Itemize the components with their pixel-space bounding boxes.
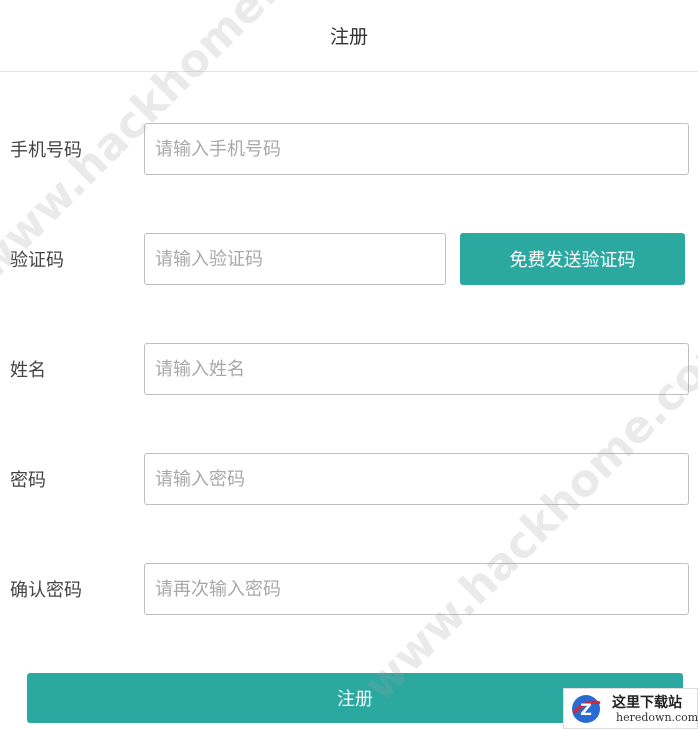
page-title: 注册 (329, 26, 368, 48)
page-header: 注册 (0, 0, 698, 72)
verification-code-input[interactable] (144, 233, 446, 285)
name-label: 姓名 (10, 360, 46, 381)
confirm-password-input[interactable] (144, 563, 689, 615)
logo-text-en: heredown.com (616, 711, 698, 724)
logo-text-cn: 这里下载站 (612, 695, 682, 711)
confirm-password-label: 确认密码 (10, 580, 82, 601)
logo-letter: Z (580, 700, 592, 719)
phone-label: 手机号码 (10, 140, 82, 161)
password-input[interactable] (144, 453, 689, 505)
send-code-button[interactable]: 免费发送验证码 (460, 233, 685, 285)
password-label: 密码 (10, 470, 46, 491)
site-logo: Z 这里下载站 heredown.com (563, 688, 698, 729)
phone-input[interactable] (144, 123, 689, 175)
code-label: 验证码 (10, 250, 64, 271)
logo-z-icon: Z (572, 695, 601, 723)
name-input[interactable] (144, 343, 689, 395)
